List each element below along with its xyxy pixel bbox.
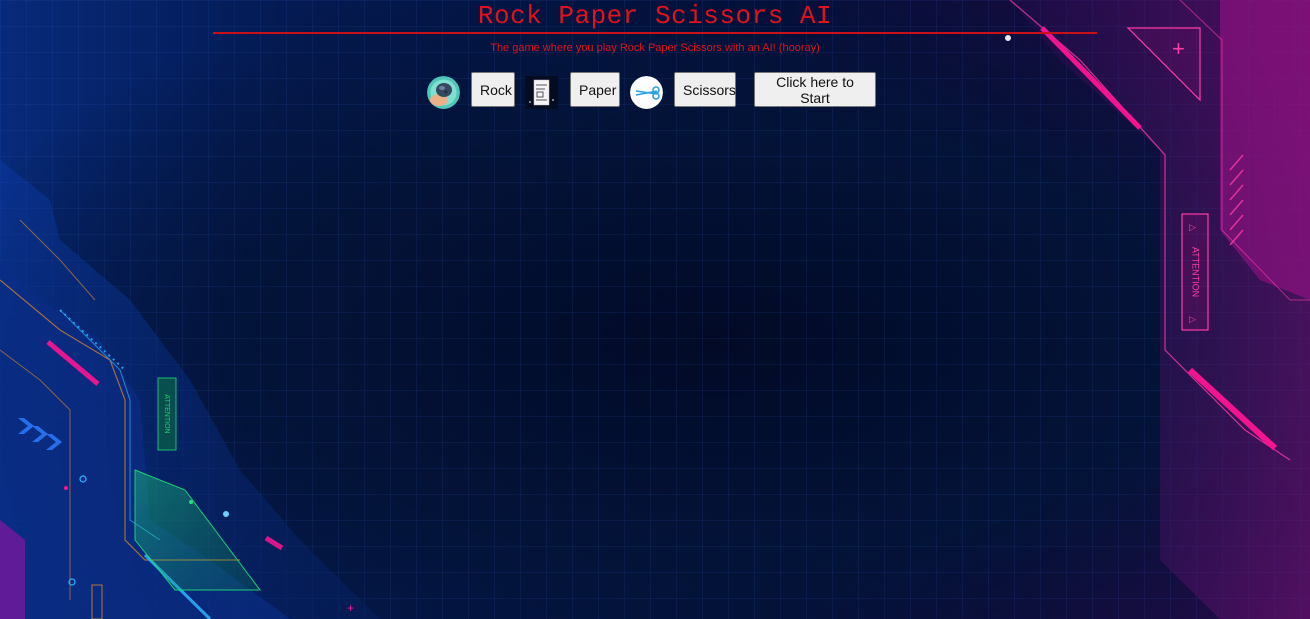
right-outline-2 (1179, 0, 1310, 301)
left-attention-text: ATTENTION (163, 394, 170, 433)
left-glow-2 (64, 486, 68, 490)
right-pink-beam-low (1187, 367, 1278, 451)
left-panel-back (0, 160, 380, 619)
left-green-glass (134, 469, 261, 591)
choice-controls: Rock Paper Scissors Click here to Start (0, 72, 1310, 109)
left-circuit-1 (0, 279, 240, 561)
left-node-1 (79, 475, 87, 483)
right-attention-text: ATTENTION (1191, 247, 1201, 297)
left-circuit-cyan (59, 309, 161, 541)
title-divider (213, 32, 1097, 34)
right-plus: + (1172, 36, 1185, 61)
left-node-3 (189, 500, 193, 504)
right-panel-magenta (1220, 0, 1310, 300)
right-badge-arrow-top: ▷ (1189, 223, 1196, 233)
page-header: Rock Paper Scissors AI The game where yo… (213, 0, 1097, 55)
left-pink-bar (46, 340, 100, 386)
left-plus: + (347, 601, 354, 615)
left-attention-badge (157, 377, 177, 451)
left-panel-purple (0, 520, 25, 619)
left-dotted-line (59, 309, 126, 371)
page-title: Rock Paper Scissors AI (477, 1, 833, 31)
left-panel-mid (0, 260, 290, 619)
paper-icon (525, 76, 558, 109)
right-badge-arrow-bottom: ▷ (1189, 315, 1196, 325)
left-circuit-2 (0, 349, 71, 600)
right-attention-badge (1181, 213, 1209, 331)
left-glow-1 (223, 511, 229, 517)
left-pink-small (264, 535, 284, 551)
start-button[interactable]: Click here to Start (754, 72, 876, 107)
scissors-icon (630, 76, 663, 109)
paper-button[interactable]: Paper (570, 72, 620, 107)
left-circuit-3 (19, 219, 96, 301)
page-subtitle: The game where you play Rock Paper Sciss… (490, 42, 820, 54)
rock-icon (427, 76, 460, 109)
right-hatch (1229, 154, 1244, 246)
scissors-button[interactable]: Scissors (674, 72, 736, 107)
left-cyan-beam (143, 553, 212, 619)
left-orange-tag (91, 584, 103, 619)
rock-button[interactable]: Rock (471, 72, 515, 107)
left-chevrons (18, 418, 62, 450)
right-outline-1 (1009, 0, 1291, 461)
left-node-2 (68, 578, 76, 586)
